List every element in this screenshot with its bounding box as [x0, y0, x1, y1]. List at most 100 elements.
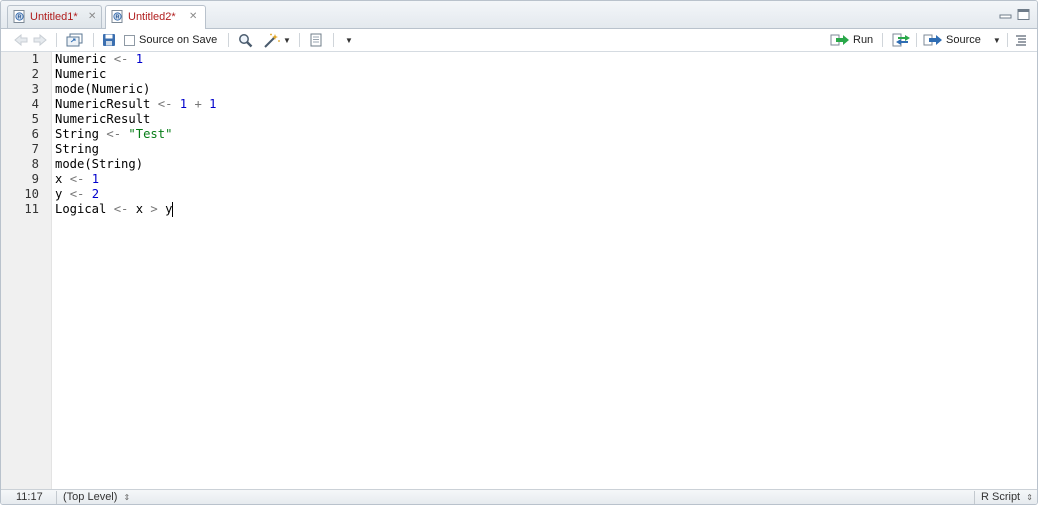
code-token: x	[128, 202, 151, 216]
code-token: String	[55, 142, 100, 156]
toolbar-separator	[916, 33, 917, 47]
save-button[interactable]	[102, 32, 116, 48]
operator-token: <-	[113, 52, 129, 66]
code-token: x	[55, 172, 70, 186]
code-token: Logical	[55, 202, 114, 216]
code-line[interactable]: String	[55, 142, 99, 157]
outline-lines-icon	[1016, 35, 1026, 46]
toolbar-separator	[333, 33, 334, 47]
close-icon[interactable]: ✕	[88, 11, 96, 22]
code-token: y	[55, 187, 70, 201]
status-separator	[974, 491, 975, 504]
line-number: 8	[31, 157, 39, 171]
show-in-window-button[interactable]	[66, 32, 84, 48]
operator-token: +	[194, 97, 202, 111]
document-outline-button[interactable]	[1014, 32, 1028, 48]
line-number: 5	[31, 112, 39, 126]
line-number: 2	[31, 67, 39, 81]
string-token: "Test"	[128, 127, 173, 141]
back-button[interactable]	[14, 32, 28, 48]
chevron-down-icon: ▼	[345, 35, 353, 45]
maximize-icon[interactable]	[1017, 9, 1030, 20]
scope-label: (Top Level)	[63, 491, 118, 503]
code-token: Numeric	[55, 67, 107, 81]
file-type-selector[interactable]: R Script ⇕	[981, 491, 1033, 503]
code-tools-button[interactable]: ▼	[263, 32, 291, 48]
source-on-save-checkbox[interactable]	[124, 34, 135, 46]
code-line[interactable]: x <- 1	[55, 172, 99, 187]
code-line[interactable]: Numeric	[55, 67, 106, 82]
more-options-button[interactable]: ▼	[345, 32, 353, 48]
svg-text:R: R	[18, 15, 22, 21]
code-line[interactable]: mode(String)	[55, 157, 143, 172]
arrow-left-icon	[14, 34, 28, 46]
chevron-down-icon[interactable]: ▼	[993, 36, 1001, 45]
code-line[interactable]: mode(Numeric)	[55, 82, 150, 97]
code-line[interactable]: y <- 2	[55, 187, 99, 202]
code-line[interactable]: NumericResult	[55, 112, 150, 127]
operator-token: >	[150, 202, 158, 216]
minimize-icon[interactable]	[999, 9, 1012, 20]
source-on-save-toggle[interactable]: Source on Save	[124, 32, 217, 48]
rerun-button[interactable]	[892, 32, 912, 48]
run-button[interactable]: Run	[830, 32, 873, 48]
code-token: mode(Numeric)	[55, 82, 151, 96]
forward-button[interactable]	[33, 32, 47, 48]
number-token: 1	[135, 52, 144, 66]
find-replace-button[interactable]	[238, 32, 253, 48]
code-line[interactable]: NumericResult <- 1 + 1	[55, 97, 216, 112]
r-file-icon: R	[111, 10, 123, 23]
line-number-gutter: 1 2 3 4 5 6 7 8 9 10 11	[1, 52, 52, 489]
rerun-icon	[892, 33, 910, 47]
file-type-label: R Script	[981, 491, 1021, 503]
line-number: 9	[31, 172, 39, 186]
updown-icon: ⇕	[1026, 493, 1033, 502]
toolbar-separator	[93, 33, 94, 47]
code-token: Numeric	[55, 52, 114, 66]
run-label: Run	[853, 34, 874, 46]
run-arrow-icon	[830, 34, 849, 46]
code-line[interactable]: String <- "Test"	[55, 127, 172, 142]
code-line[interactable]: Logical <- x > y	[55, 202, 174, 217]
toolbar-separator	[1007, 33, 1008, 47]
toolbar-separator	[56, 33, 57, 47]
operator-token: <-	[106, 127, 122, 141]
source-button[interactable]: Source ▼	[923, 32, 1001, 48]
code-editor[interactable]: Numeric <- 1 Numeric mode(Numeric) NumericR…	[55, 52, 1037, 489]
updown-icon: ⇕	[123, 493, 131, 502]
line-number: 6	[31, 127, 39, 141]
svg-text:R: R	[116, 15, 120, 21]
code-token: String	[55, 127, 107, 141]
tab-untitled2[interactable]: R Untitled2* ✕	[105, 5, 206, 29]
operator-token: <-	[157, 97, 173, 111]
source-label: Source	[946, 34, 981, 46]
number-token: 1	[209, 97, 217, 111]
line-number: 1	[31, 52, 39, 66]
line-number: 11	[24, 202, 39, 216]
status-separator	[56, 491, 57, 504]
close-icon[interactable]: ✕	[189, 11, 197, 22]
operator-token: <-	[69, 187, 85, 201]
text-cursor	[172, 202, 174, 217]
code-line[interactable]: Numeric <- 1	[55, 52, 143, 67]
code-token: mode(String)	[55, 157, 144, 171]
notebook-icon	[310, 33, 322, 47]
tab-untitled1[interactable]: R Untitled1* ✕	[7, 5, 102, 28]
line-number: 10	[24, 187, 39, 201]
chevron-down-icon: ▼	[283, 35, 291, 45]
tab-label: Untitled1*	[30, 11, 78, 23]
cursor-position: 11:17	[16, 491, 43, 503]
popout-window-icon	[66, 33, 83, 47]
operator-token: <-	[113, 202, 129, 216]
scope-selector[interactable]: (Top Level) ⇕	[63, 491, 130, 503]
magic-wand-icon	[264, 33, 280, 48]
code-token: NumericResult	[55, 97, 158, 111]
r-file-icon: R	[13, 10, 25, 23]
code-token: NumericResult	[55, 112, 151, 126]
compile-report-button[interactable]	[309, 32, 323, 48]
arrow-right-icon	[33, 34, 47, 46]
